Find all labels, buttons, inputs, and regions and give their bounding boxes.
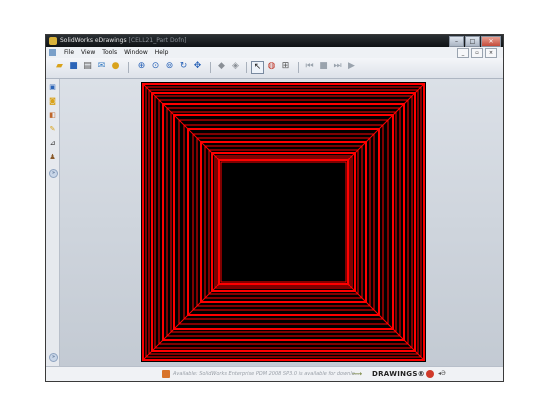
measure-tool-icon[interactable]: ⊿ [48,139,57,148]
toolbar-separator [298,62,299,73]
toolbar-separator [210,62,211,73]
inner-square [220,161,347,283]
send-icon[interactable]: ✉ [96,61,107,72]
menu-file[interactable]: File [64,47,74,58]
document-icon[interactable] [49,49,56,56]
open-icon[interactable]: ▰ [54,61,65,72]
measure-icon[interactable]: ⊞ [280,61,291,72]
play-next-icon[interactable]: ⏭ [332,61,343,72]
expand-panel-bottom-icon[interactable]: » [49,353,58,362]
window-title: SolidWorks eDrawings [CELL21_Part Dofn] [60,35,187,47]
print-icon[interactable]: ▤ [82,61,93,72]
status-bar: Available: SolidWorks Enterprise PDM 200… [46,366,503,381]
drawing-sheet[interactable] [141,82,426,362]
layers-icon[interactable]: ◧ [48,111,57,120]
maximize-button[interactable]: □ [465,36,480,47]
pan-icon[interactable]: ✥ [192,61,203,72]
menu-help[interactable]: Help [155,47,169,58]
expand-panel-top-icon[interactable]: » [49,169,58,178]
markup-icon[interactable]: ◙ [48,97,57,106]
zoom-in-icon[interactable]: ⊕ [136,61,147,72]
status-message[interactable]: Available: SolidWorks Enterprise PDM 200… [173,367,360,381]
document-name: [CELL21_Part Dofn] [128,37,187,44]
arrow-icon: ⟶ [352,370,363,378]
help-icon[interactable]: ● [110,61,121,72]
title-bar[interactable]: SolidWorks eDrawings [CELL21_Part Dofn] … [46,35,503,47]
edrawings-logo: DRAWINGS® [372,370,425,378]
toolbar-separator [246,62,247,73]
toolbar-separator [128,62,129,73]
sheets-icon[interactable]: ▣ [48,83,57,92]
doc-minimize-button[interactable]: _ [457,48,469,58]
first-icon[interactable]: ⏮ [304,61,315,72]
minimize-button[interactable]: – [449,36,464,47]
brand-suffix: ◂Ə [438,370,446,377]
close-button[interactable]: ✕ [481,36,501,47]
menu-view[interactable]: View [81,47,95,58]
menu-window[interactable]: Window [124,47,148,58]
stamp-icon[interactable]: ♟ [48,153,57,162]
rotate-icon[interactable]: ↻ [178,61,189,72]
menu-bar: File View Tools Window Help _ ▫ × [46,47,503,58]
notification-icon[interactable] [162,370,170,378]
app-name: SolidWorks eDrawings [60,37,127,44]
play-icon[interactable]: ▶ [346,61,357,72]
left-tool-panel: ▣ ◙ ◧ ✎ ⊿ ♟ » » [46,79,60,366]
select-icon[interactable]: ↖ [251,61,264,74]
sheet-icon[interactable]: ◍ [266,61,277,72]
drawing-viewport[interactable] [60,79,503,366]
main-toolbar: ▰ ■ ▤ ✉ ● ⊕ ⊙ ⊚ ↻ ✥ ◆ ◈ ↖ ◍ ⊞ ⏮ ■ ⏭ ▶ [46,58,503,79]
save-icon[interactable]: ■ [68,61,79,72]
zoom-area-icon[interactable]: ⊙ [150,61,161,72]
doc-close-button[interactable]: × [485,48,497,58]
pencil-icon[interactable]: ✎ [48,125,57,134]
solidworks-logo-icon [426,370,434,378]
doc-restore-button[interactable]: ▫ [471,48,483,58]
app-icon [49,37,57,45]
edrawings-window: SolidWorks eDrawings [CELL21_Part Dofn] … [45,34,504,382]
shaded-icon[interactable]: ◆ [216,61,227,72]
zoom-fit-icon[interactable]: ⊚ [164,61,175,72]
stop-icon[interactable]: ■ [318,61,329,72]
wireframe-icon[interactable]: ◈ [230,61,241,72]
menu-tools[interactable]: Tools [102,47,117,58]
